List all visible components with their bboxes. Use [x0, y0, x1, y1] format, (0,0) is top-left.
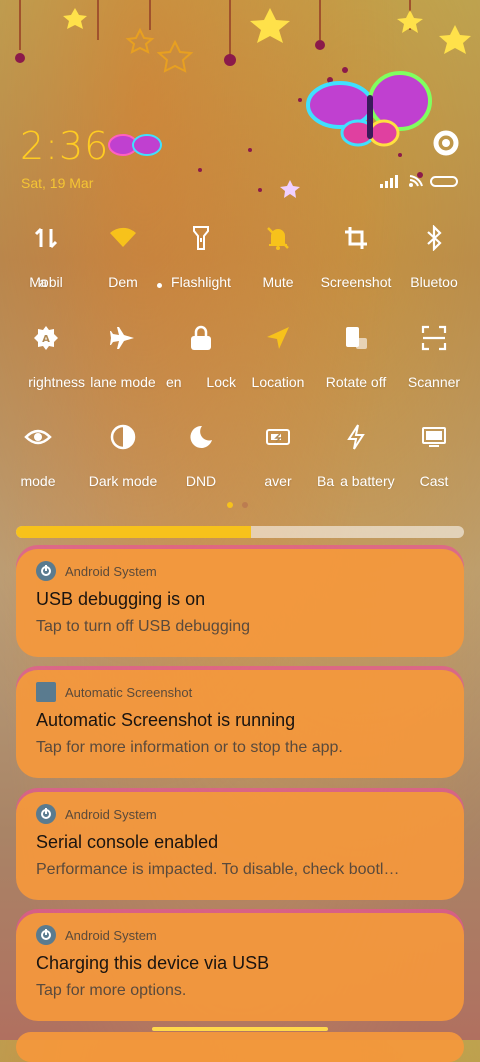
eye-icon: [24, 429, 52, 445]
tile-mobile-data[interactable]: Mobil: [7, 220, 85, 290]
tile-separator-dot: [157, 283, 162, 288]
tile-dnd[interactable]: DND: [162, 419, 240, 489]
notification-title: Charging this device via USB: [36, 953, 270, 973]
wifi-status-icon: [409, 175, 423, 187]
dark-mode-icon: [110, 424, 136, 450]
tile-screenshot[interactable]: Screenshot: [317, 220, 395, 290]
tile-dark-mode[interactable]: Dark mode: [84, 419, 162, 489]
notification-serial-console[interactable]: Android System Serial console enabled Pe…: [16, 792, 464, 900]
tile-ultra-battery-saver[interactable]: Ba a battery sa: [317, 419, 395, 489]
status-icons: [380, 174, 458, 188]
notification-text: Tap for more information or to stop the …: [36, 739, 343, 756]
quick-tiles-row-3: mode Dark mode DND aver Ba a battery sa: [0, 419, 480, 509]
tile-rotate[interactable]: Rotate off: [317, 320, 395, 390]
cast-icon: [422, 427, 446, 447]
brightness-fill: [16, 526, 252, 538]
tile-scanner[interactable]: Scanner: [395, 320, 473, 390]
android-system-icon: [36, 925, 56, 945]
flashlight-icon: [193, 226, 209, 250]
android-system-icon: [36, 561, 56, 581]
rotate-icon: [346, 327, 367, 349]
brightness-slider[interactable]: [16, 526, 464, 538]
page-indicator[interactable]: [227, 502, 248, 508]
bell-off-icon: [267, 227, 289, 250]
tile-label-partial: Ba: [317, 473, 335, 489]
tile-reading-mode[interactable]: mode: [0, 419, 77, 489]
notification-title: Automatic Screenshot is running: [36, 710, 296, 730]
tile-wifi[interactable]: Dem: [84, 220, 162, 290]
notification-text: Performance is impacted. To disable, che…: [36, 861, 400, 878]
battery-saver-icon: [266, 429, 290, 445]
automatic-screenshot-app-icon: [36, 682, 56, 702]
notification-charging-usb[interactable]: Android System Charging this device via …: [16, 913, 464, 1021]
tile-mute[interactable]: Mute: [239, 220, 317, 290]
tile-bluetooth[interactable]: Bluetoo: [395, 220, 473, 290]
settings-button[interactable]: [432, 129, 460, 157]
tile-label-battery-saver: a battery sa: [340, 473, 395, 489]
tile-location[interactable]: Location: [239, 320, 317, 390]
battery-icon: [430, 175, 458, 187]
date[interactable]: Sat, 19 Mar: [21, 175, 93, 191]
drag-handle[interactable]: [152, 1027, 328, 1031]
crop-icon: [345, 227, 367, 249]
notification-usb-debugging[interactable]: Android System USB debugging is on Tap t…: [16, 549, 464, 657]
location-arrow-icon: [267, 327, 289, 349]
lock-icon: [191, 325, 211, 350]
notification-text: Tap to turn off USB debugging: [36, 618, 251, 635]
mobile-data-icon: [34, 227, 58, 249]
auto-brightness-icon: A: [34, 326, 58, 350]
notification-peek[interactable]: [16, 1032, 464, 1062]
page-dot: [242, 502, 248, 508]
gear-icon: [433, 130, 459, 156]
quick-tiles-row-1: a Mobil Dem Flashlight Mute Screenshot B…: [0, 220, 480, 310]
tile-label-lock: Lock: [206, 374, 236, 390]
bluetooth-icon: [427, 225, 442, 251]
notification-app-name: Android System: [65, 927, 157, 943]
notification-app-name: Android System: [65, 563, 157, 579]
tile-label-partial: en: [166, 374, 182, 390]
notification-app-name: Automatic Screenshot: [65, 684, 193, 700]
lightning-icon: [347, 424, 365, 450]
tile-auto-brightness[interactable]: A rightness: [7, 320, 85, 390]
svg-text:A: A: [42, 334, 50, 345]
wallpaper-decoration: [15, 0, 471, 198]
moon-icon: [190, 425, 212, 448]
notification-app-name: Android System: [65, 806, 157, 822]
tile-flashlight[interactable]: Flashlight: [162, 220, 240, 290]
notification-title: USB debugging is on: [36, 589, 206, 609]
airplane-icon: [110, 327, 134, 349]
page-dot-active: [227, 502, 233, 508]
wifi-icon: [110, 227, 136, 247]
scanner-icon: [421, 325, 447, 351]
tile-airplane-mode[interactable]: lane mode: [84, 320, 162, 390]
tile-battery-saver[interactable]: aver: [239, 419, 317, 489]
android-system-icon: [36, 804, 56, 824]
tile-lock[interactable]: en Lock: [162, 320, 240, 390]
tile-cast[interactable]: Cast: [395, 419, 473, 489]
notification-automatic-screenshot[interactable]: Automatic Screenshot Automatic Screensho…: [16, 670, 464, 778]
notification-title: Serial console enabled: [36, 832, 219, 852]
quick-tiles-row-2: A rightness lane mode en Lock Location R…: [0, 320, 480, 410]
notification-text: Tap for more options.: [36, 982, 187, 999]
signal-icon: [380, 175, 398, 188]
clock[interactable]: 2:36: [20, 124, 109, 168]
